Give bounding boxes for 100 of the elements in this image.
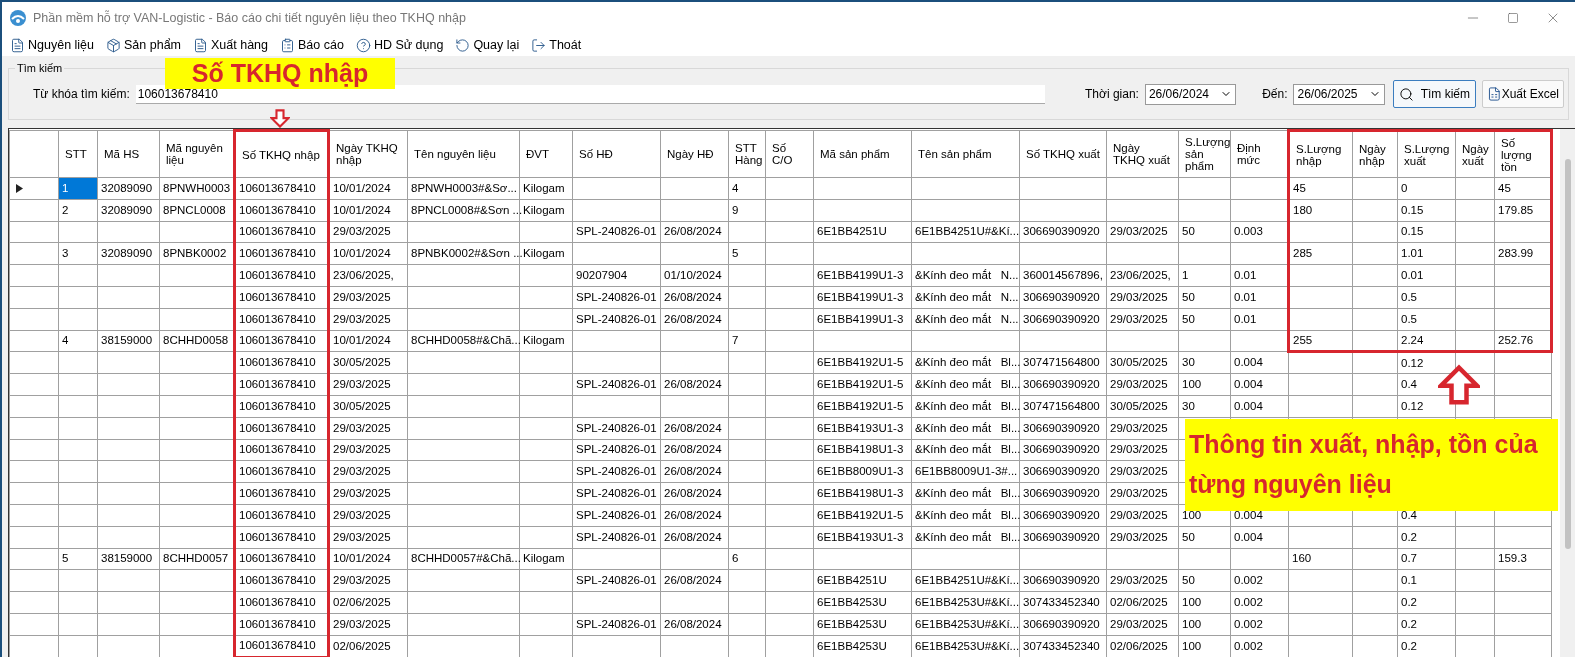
table-cell: 29/03/2025 bbox=[328, 526, 408, 549]
column-header[interactable]: Mã HS bbox=[97, 130, 160, 178]
table-cell: 106013678410 bbox=[234, 460, 329, 483]
table-cell: 180 bbox=[1288, 199, 1353, 222]
column-header[interactable]: Số TKHQ xuất bbox=[1019, 130, 1107, 178]
table-cell: 7 bbox=[728, 330, 766, 352]
table-cell: 6E1BB4192U1-5 bbox=[813, 373, 912, 396]
table-cell: 6E1BB4199U1-3 bbox=[813, 308, 912, 331]
column-header[interactable]: Số lượng tồn bbox=[1494, 130, 1552, 178]
table-cell: 4 bbox=[728, 177, 766, 200]
column-header[interactable]: Ngày HĐ bbox=[660, 130, 729, 178]
table-cell: 106013678410 bbox=[234, 548, 329, 570]
table-cell: 0 bbox=[1397, 177, 1456, 200]
table-cell: &Kính đeo mắt Bl... bbox=[911, 439, 1020, 461]
column-header[interactable]: Ngày xuất bbox=[1455, 130, 1495, 178]
column-header[interactable]: Số HĐ bbox=[572, 130, 661, 178]
menu-item[interactable]: Thoát bbox=[531, 35, 582, 55]
table-cell: 8CHHD0057#&Chã... bbox=[407, 548, 520, 570]
table-cell: SPL-240826-01 bbox=[572, 482, 661, 505]
search-button[interactable]: Tìm kiếm bbox=[1392, 80, 1476, 108]
from-date-picker[interactable]: 26/06/2024 bbox=[1144, 83, 1237, 105]
table-cell: 50 bbox=[1178, 569, 1231, 592]
column-header[interactable]: S.Lượng sản phẩm bbox=[1178, 130, 1231, 178]
column-header[interactable]: Tên sản phẩm bbox=[911, 130, 1020, 178]
table-cell: 0.002 bbox=[1230, 569, 1289, 592]
table-cell: 90207904 bbox=[572, 264, 661, 287]
table-cell: 252.76 bbox=[1494, 330, 1552, 352]
column-header[interactable]: Ngày TKHQ xuất bbox=[1106, 130, 1179, 178]
menu-item[interactable]: Báo cáo bbox=[280, 35, 344, 55]
column-header[interactable]: Ngày TKHQ nhập bbox=[328, 130, 408, 178]
app-logo-icon bbox=[9, 9, 27, 27]
table-cell: 29/03/2025 bbox=[328, 373, 408, 396]
table-cell: 29/03/2025 bbox=[1106, 417, 1179, 440]
table-cell: 106013678410 bbox=[234, 221, 329, 243]
column-header[interactable]: ĐVT bbox=[519, 130, 573, 178]
table-cell: Kilogam bbox=[519, 330, 573, 352]
scrollbar[interactable] bbox=[1560, 129, 1575, 657]
search-icon bbox=[1398, 86, 1414, 102]
table-cell: 26/08/2024 bbox=[660, 439, 729, 461]
table-cell: 29/03/2025 bbox=[328, 439, 408, 461]
table-cell: &Kính đeo mắt Bl... bbox=[911, 526, 1020, 549]
table-cell: 10/01/2024 bbox=[328, 199, 408, 222]
table-cell: 4 bbox=[58, 330, 98, 352]
table-cell: 6E1BB4251U#&Kí... bbox=[911, 569, 1020, 592]
column-header[interactable]: Định mức bbox=[1230, 130, 1289, 178]
callout-label: Số TKHQ nhập bbox=[165, 58, 395, 89]
table-cell: SPL-240826-01 bbox=[572, 439, 661, 461]
table-cell: 29/03/2025 bbox=[328, 286, 408, 309]
column-header[interactable]: Mã sản phẩm bbox=[813, 130, 912, 178]
table-cell: &Kính đeo mắt Bl... bbox=[911, 482, 1020, 505]
menu-item[interactable]: Quay lại bbox=[455, 35, 520, 55]
menu-item[interactable]: Nguyên liệu bbox=[10, 35, 94, 55]
table-cell: 29/03/2025 bbox=[328, 417, 408, 440]
table-cell: 106013678410 bbox=[234, 439, 329, 461]
table-cell: 50 bbox=[1178, 526, 1231, 549]
table-cell: 306690390920 bbox=[1019, 286, 1107, 309]
maximize-icon[interactable] bbox=[1507, 12, 1519, 24]
export-button[interactable]: Xuất Excel bbox=[1482, 80, 1564, 108]
column-header[interactable]: Số C/O bbox=[765, 130, 814, 178]
table-cell: SPL-240826-01 bbox=[572, 417, 661, 440]
column-header[interactable]: S.Lượng nhập bbox=[1288, 130, 1353, 178]
column-header[interactable]: Ngày nhập bbox=[1352, 130, 1398, 178]
table-cell: 6E1BB4192U1-5 bbox=[813, 351, 912, 374]
table-cell: 6E1BB4198U1-3 bbox=[813, 482, 912, 505]
column-header[interactable]: STT Hàng bbox=[728, 130, 766, 178]
table-cell: 3 bbox=[58, 242, 98, 265]
from-label: Thời gian: bbox=[1085, 86, 1139, 103]
table-cell: 29/03/2025 bbox=[328, 308, 408, 331]
table-cell: 0.15 bbox=[1397, 221, 1456, 243]
table-cell: 6E1BB4198U1-3 bbox=[813, 439, 912, 461]
column-header[interactable]: Tên nguyên liệu bbox=[407, 130, 520, 178]
menu-item[interactable]: HD Sử dụng bbox=[355, 35, 444, 55]
to-date-picker[interactable]: 26/06/2025 bbox=[1293, 83, 1385, 105]
table-cell: 306690390920 bbox=[1019, 417, 1107, 440]
table-cell: 283.99 bbox=[1494, 242, 1552, 265]
table-cell: 26/08/2024 bbox=[660, 504, 729, 527]
menu-item[interactable]: Sản phẩm bbox=[106, 35, 181, 55]
menu-item[interactable]: Xuất hàng bbox=[193, 35, 268, 55]
table-cell: 6E1BB4251U#&Kí... bbox=[911, 221, 1020, 243]
table-cell: 2 bbox=[58, 199, 98, 222]
table-cell: &Kính đeo mắt N... bbox=[911, 308, 1020, 331]
table-cell: 0.01 bbox=[1397, 264, 1456, 287]
table-cell: 6E1BB8009U1-3 bbox=[813, 460, 912, 483]
column-header[interactable]: S.Lượng xuất bbox=[1397, 130, 1456, 178]
to-label: Đến: bbox=[1262, 86, 1288, 103]
table-cell: 106013678410 bbox=[234, 373, 329, 396]
table-cell: &Kính đeo mắt N... bbox=[911, 286, 1020, 309]
table-cell: &Kính đeo mắt Bl... bbox=[911, 417, 1020, 440]
column-header[interactable]: Số TKHQ nhập bbox=[234, 130, 329, 178]
table-cell: 29/03/2025 bbox=[328, 482, 408, 505]
column-header[interactable]: STT bbox=[58, 130, 98, 178]
column-header[interactable]: Mã nguyên liệu bbox=[159, 130, 235, 178]
table-cell: 02/06/2025 bbox=[1106, 591, 1179, 614]
table-cell: 106013678410 bbox=[234, 569, 329, 592]
table-cell: 0.002 bbox=[1230, 613, 1289, 636]
table-cell: 307471564800 bbox=[1019, 395, 1107, 418]
table-cell: 29/03/2025 bbox=[1106, 439, 1179, 461]
table-cell: 306690390920 bbox=[1019, 308, 1107, 331]
table-cell: 30/05/2025 bbox=[328, 351, 408, 374]
table-cell: 30/05/2025 bbox=[1106, 395, 1179, 418]
